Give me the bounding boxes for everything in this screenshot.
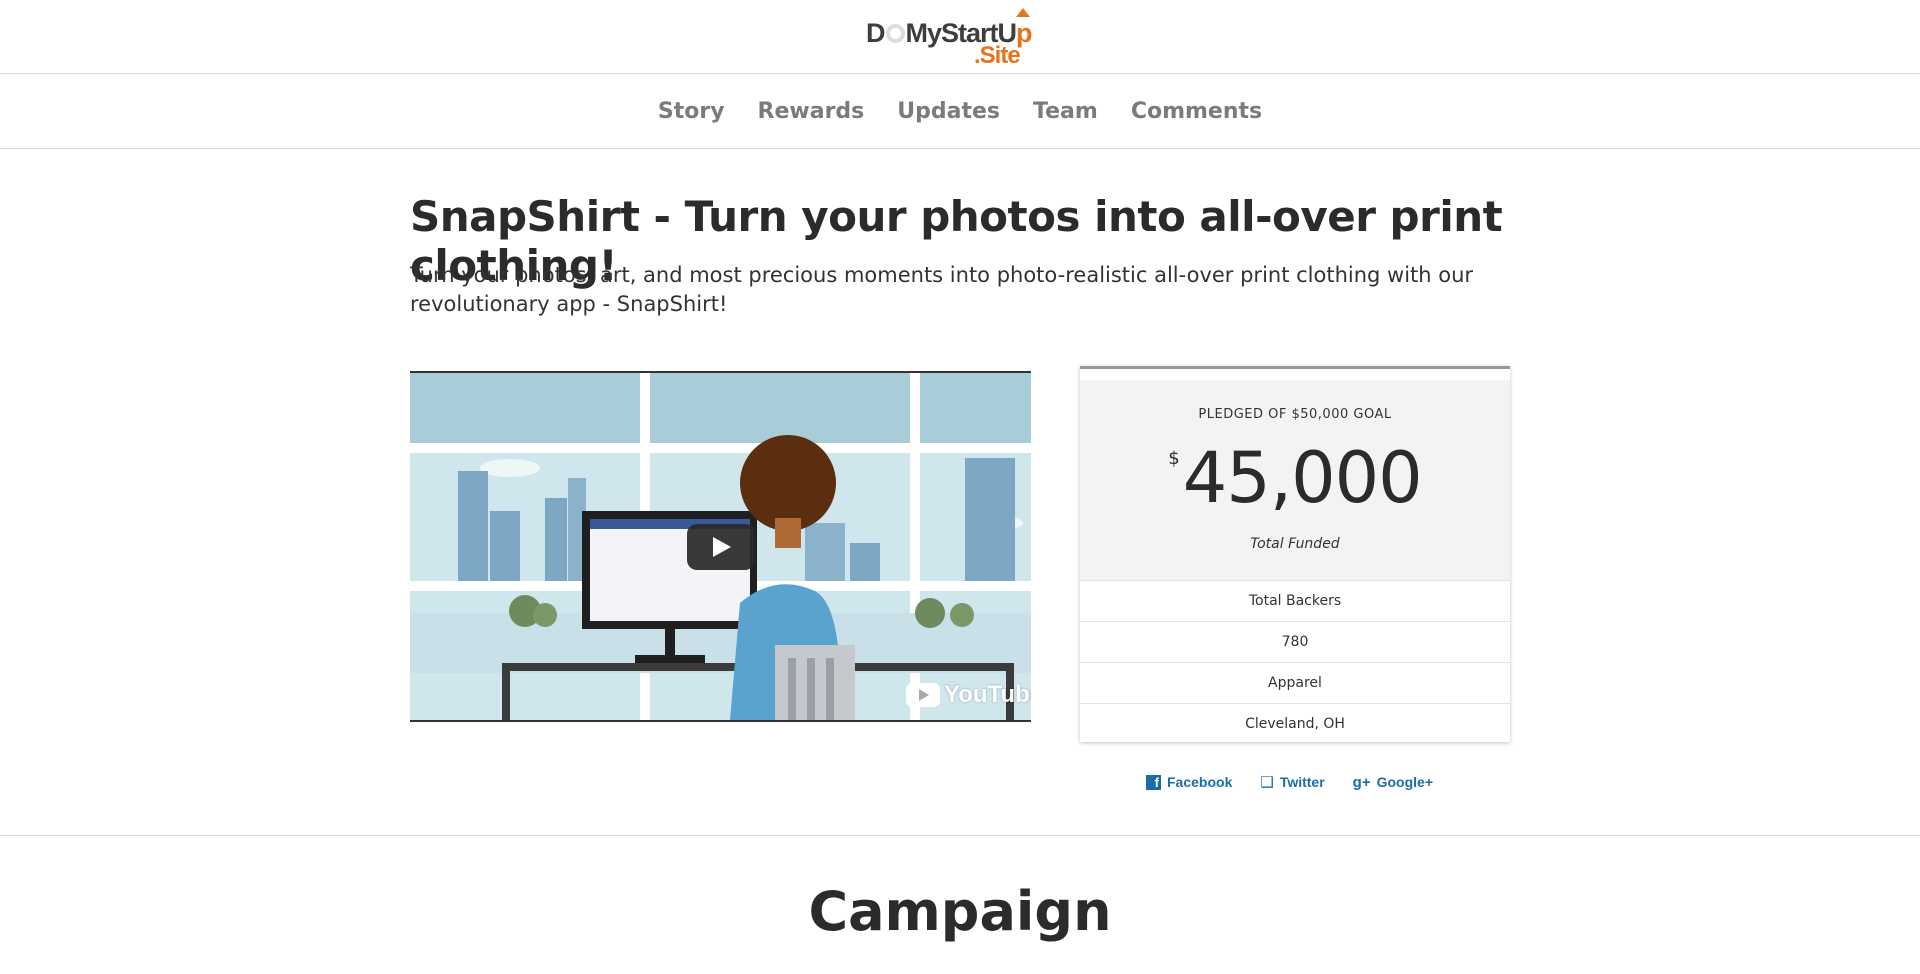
project-nav: Story Rewards Updates Team Comments xyxy=(0,74,1920,148)
nav-team[interactable]: Team xyxy=(1033,99,1098,124)
facebook-label: Facebook xyxy=(1167,774,1233,790)
logo-subtext: .Site xyxy=(974,42,1021,69)
video-player[interactable]: YouTube xyxy=(410,371,1031,722)
category-label: Apparel xyxy=(1080,662,1510,703)
nav-updates[interactable]: Updates xyxy=(897,99,1000,124)
project-subtitle: Turn your photos, art, and most precious… xyxy=(410,263,1474,316)
google-plus-icon: g+ xyxy=(1352,773,1371,791)
youtube-logo[interactable]: YouTube xyxy=(906,681,1031,709)
logo-o-ring xyxy=(885,24,905,43)
logo-arrow-icon xyxy=(1016,8,1030,17)
section-divider xyxy=(0,835,1920,836)
funding-panel: PLEDGED OF $50,000 GOAL $45,000 Total Fu… xyxy=(1080,366,1510,742)
share-facebook[interactable]: f Facebook xyxy=(1146,773,1232,791)
project-nav-bar: Story Rewards Updates Team Comments xyxy=(0,74,1920,149)
backers-count: 780 xyxy=(1080,621,1510,662)
play-button[interactable] xyxy=(687,524,755,570)
youtube-play-icon xyxy=(906,683,940,707)
total-funded-label: Total Funded xyxy=(1250,536,1340,552)
share-links: f Facebook ❑ Twitter g+ Google+ xyxy=(1146,773,1433,791)
youtube-label: YouTube xyxy=(944,681,1031,708)
twitter-label: Twitter xyxy=(1279,774,1325,790)
twitter-icon: ❑ xyxy=(1260,774,1274,791)
google-label: Google+ xyxy=(1376,774,1434,790)
funded-amount: $45,000 xyxy=(1080,437,1510,519)
location-label: Cleveland, OH xyxy=(1080,703,1510,744)
total-backers-label: Total Backers xyxy=(1080,580,1510,621)
site-header: D MyStartUp .Site xyxy=(0,0,1920,74)
amount-value: 45,000 xyxy=(1182,437,1423,519)
nav-story[interactable]: Story xyxy=(658,99,725,124)
share-twitter[interactable]: ❑ Twitter xyxy=(1260,773,1324,791)
currency-symbol: $ xyxy=(1168,448,1179,469)
share-google[interactable]: g+ Google+ xyxy=(1353,773,1433,791)
nav-rewards[interactable]: Rewards xyxy=(758,99,865,124)
site-logo[interactable]: D MyStartUp .Site xyxy=(866,8,1046,69)
pledged-goal-label: PLEDGED OF $50,000 GOAL xyxy=(1198,407,1392,422)
nav-comments[interactable]: Comments xyxy=(1131,99,1262,124)
campaign-heading: Campaign xyxy=(808,880,1112,943)
facebook-icon: f xyxy=(1146,774,1161,790)
